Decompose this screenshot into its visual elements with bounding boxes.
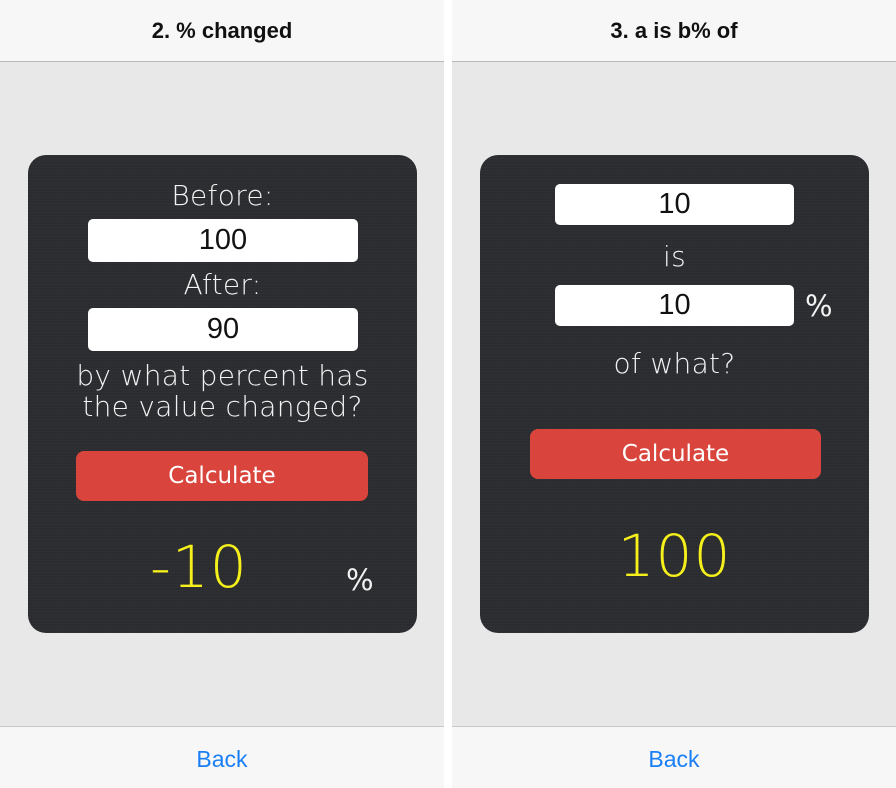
back-button[interactable]: Back: [648, 744, 699, 773]
back-button[interactable]: Back: [196, 744, 247, 773]
screen-divider: [444, 0, 452, 788]
bottom-bar: Back: [0, 726, 444, 788]
calculate-button[interactable]: Calculate: [530, 429, 821, 479]
result-value: -10: [150, 533, 248, 601]
bottom-bar: Back: [452, 726, 896, 788]
question-line-1: by what percent has: [76, 359, 369, 392]
of-what-label: of what?: [613, 347, 736, 380]
screen-title: 2. % changed: [151, 17, 293, 43]
after-value-input[interactable]: [88, 308, 358, 351]
result-value: 100: [617, 522, 732, 590]
before-value-input[interactable]: [88, 219, 358, 262]
screen-title: 3. a is b% of: [610, 17, 738, 43]
a-is-b-percent-of-screen: 3. a is b% of is % of what? Calculate 10…: [452, 0, 896, 788]
question-line-2: the value changed?: [82, 390, 363, 423]
b-value-input[interactable]: [555, 285, 794, 326]
percent-sign: %: [346, 563, 374, 597]
calculator-card: is % of what? Calculate 100: [480, 155, 869, 633]
calculator-card: Before: After: by what percent has the v…: [28, 155, 417, 633]
navigation-bar: 2. % changed: [0, 0, 444, 62]
navigation-bar: 3. a is b% of: [452, 0, 896, 62]
percent-changed-screen: 2. % changed Before: After: by what perc…: [0, 0, 444, 788]
a-value-input[interactable]: [555, 184, 794, 225]
after-label: After:: [183, 268, 262, 301]
is-label: is: [663, 240, 686, 273]
calculate-button[interactable]: Calculate: [76, 451, 368, 501]
before-label: Before:: [171, 179, 274, 212]
percent-sign: %: [805, 289, 833, 323]
